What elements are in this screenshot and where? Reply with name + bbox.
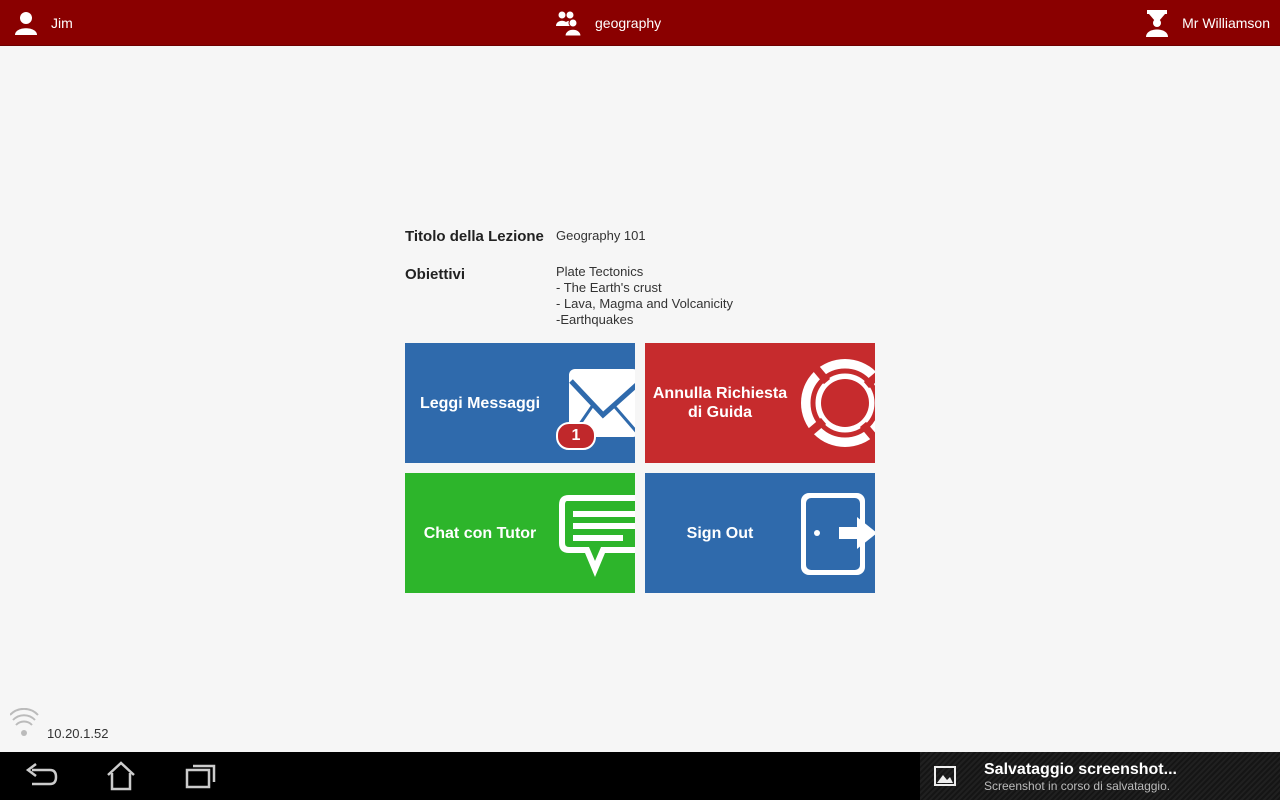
chat-with-tutor-button[interactable]: Chat con Tutor	[405, 473, 635, 593]
cancel-help-request-button[interactable]: Annulla Richiesta di Guida	[645, 343, 875, 463]
home-button[interactable]	[105, 752, 137, 800]
tutor-name: Mr Williamson	[1182, 14, 1270, 31]
tutor-info: Mr Williamson	[1145, 0, 1270, 45]
sign-out-label: Sign Out	[686, 524, 754, 542]
notification-title: Salvataggio screenshot...	[984, 761, 1177, 778]
objective-item: Plate Tectonics	[556, 264, 644, 279]
class-name: geography	[595, 14, 662, 31]
class-info: geography	[556, 0, 661, 45]
lesson-info: Titolo della Lezione Geography 101 Obiet…	[405, 226, 875, 328]
cancel-help-request-label: Annulla Richiesta di Guida	[652, 385, 788, 421]
objective-item: - The Earth's crust	[556, 280, 662, 295]
read-messages-label: Leggi Messaggi	[419, 394, 541, 412]
recent-apps-button[interactable]	[185, 752, 217, 800]
read-messages-button[interactable]: Leggi Messaggi 1	[405, 343, 635, 463]
screenshot-notification[interactable]: Salvataggio screenshot... Screenshot in …	[920, 752, 1280, 800]
lesson-title-value: Geography 101	[556, 228, 646, 243]
chat-with-tutor-label: Chat con Tutor	[423, 524, 537, 542]
unread-count-badge: 1	[556, 422, 596, 450]
objectives-label: Obiettivi	[405, 266, 466, 283]
student-name: Jim	[51, 14, 73, 31]
image-icon	[934, 766, 956, 791]
objective-item: -Earthquakes	[556, 312, 634, 327]
group-icon	[556, 10, 582, 36]
notification-subtitle: Screenshot in corso di salvataggio.	[984, 779, 1171, 793]
lesson-title-label: Titolo della Lezione	[405, 228, 544, 245]
back-button[interactable]	[24, 752, 58, 800]
ip-address: 10.20.1.52	[47, 726, 109, 741]
user-icon	[14, 11, 38, 35]
home-icon	[107, 761, 135, 791]
back-icon	[25, 763, 58, 786]
top-bar: Jim geography Mr Williamson	[0, 0, 1280, 46]
objectives-list: Plate Tectonics - The Earth's crust - La…	[556, 264, 733, 328]
lesson-title-row: Titolo della Lezione Geography 101	[405, 226, 875, 264]
student-info: Jim	[14, 0, 73, 45]
objectives-row: Obiettivi Plate Tectonics - The Earth's …	[405, 264, 875, 328]
recent-apps-icon	[185, 764, 216, 789]
objective-item: - Lava, Magma and Volcanicity	[556, 296, 734, 311]
sign-out-button[interactable]: Sign Out	[645, 473, 875, 593]
tutor-icon	[1145, 9, 1169, 37]
wifi-icon	[9, 707, 40, 743]
